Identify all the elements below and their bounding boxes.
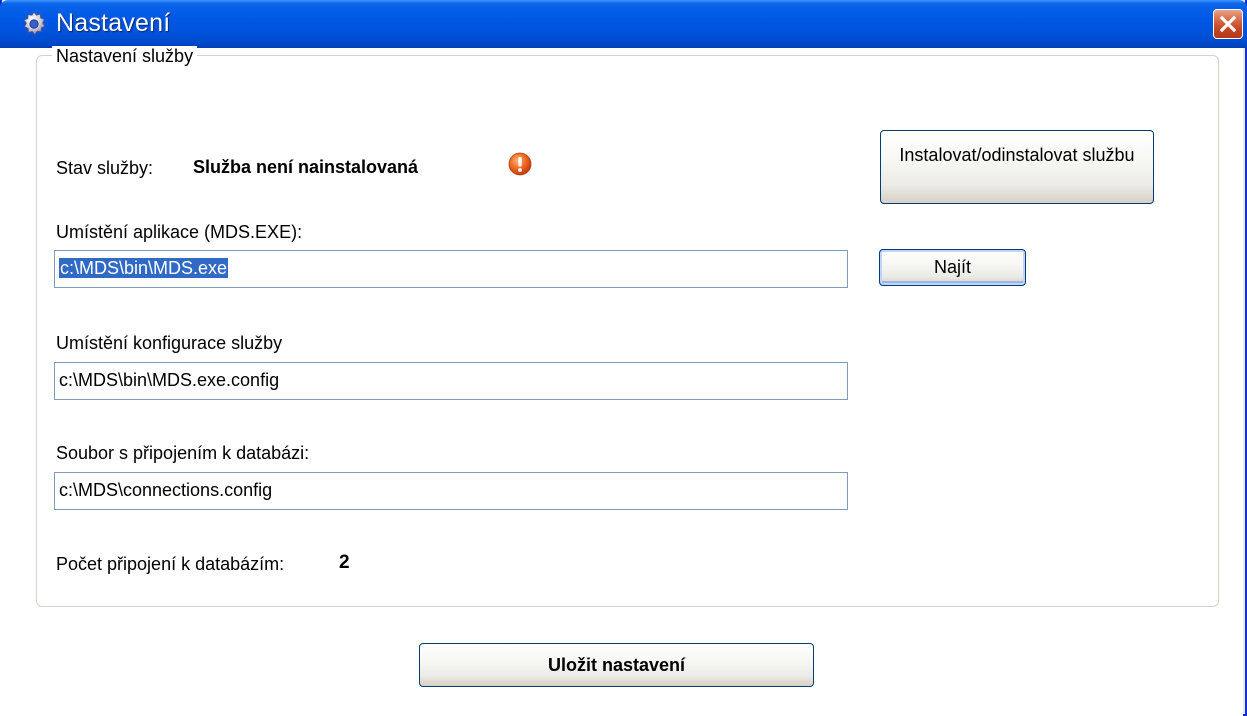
gear-icon bbox=[23, 11, 46, 36]
title-bar[interactable]: Nastavení bbox=[0, 0, 1247, 48]
connections-count-label: Počet připojení k databázím: bbox=[56, 554, 285, 574]
config-path-value: c:\MDS\bin\MDS.exe.config bbox=[59, 370, 280, 390]
service-status-value: Služba není nainstalovaná bbox=[193, 157, 419, 177]
db-file-label: Soubor s připojením k databázi: bbox=[56, 443, 310, 463]
app-path-value: c:\MDS\bin\MDS.exe bbox=[59, 258, 229, 278]
save-settings-button[interactable]: Uložit nastavení bbox=[419, 643, 814, 687]
config-path-input[interactable]: c:\MDS\bin\MDS.exe.config bbox=[54, 362, 848, 400]
warning-icon bbox=[508, 152, 532, 176]
install-uninstall-button[interactable]: Instalovat/odinstalovat službu bbox=[880, 130, 1154, 204]
app-path-label: Umístění aplikace (MDS.EXE): bbox=[56, 222, 303, 242]
window-title: Nastavení bbox=[56, 9, 171, 37]
find-button[interactable]: Najít bbox=[879, 249, 1026, 286]
group-legend: Nastavení služby bbox=[52, 46, 198, 67]
service-status-label: Stav služby: bbox=[56, 158, 154, 178]
db-file-input[interactable]: c:\MDS\connections.config bbox=[54, 472, 848, 510]
close-icon bbox=[1219, 15, 1237, 33]
app-path-input[interactable]: c:\MDS\bin\MDS.exe bbox=[54, 250, 848, 288]
connections-count-value: 2 bbox=[339, 552, 350, 573]
config-path-label: Umístění konfigurace služby bbox=[56, 333, 283, 353]
db-file-value: c:\MDS\connections.config bbox=[59, 480, 273, 500]
close-button[interactable] bbox=[1213, 9, 1243, 39]
